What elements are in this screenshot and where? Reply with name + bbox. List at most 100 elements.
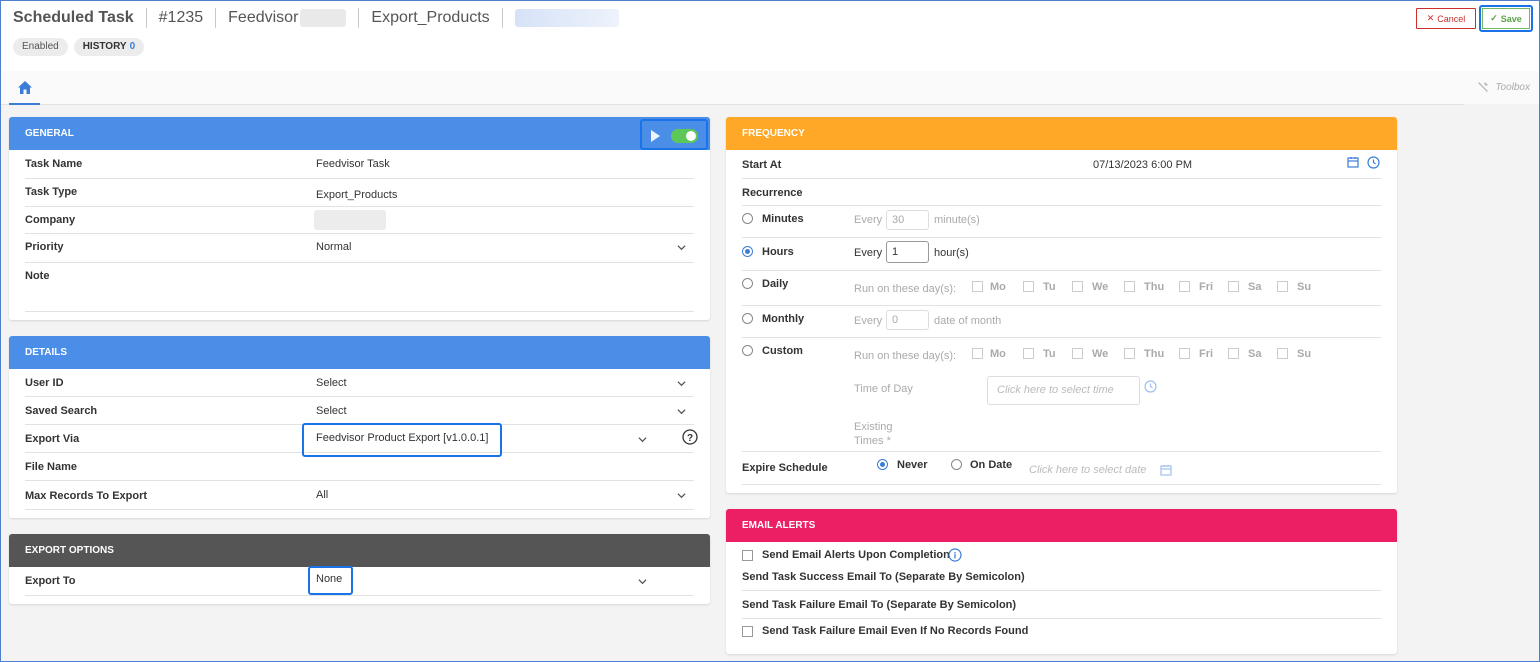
- daily-su-checkbox[interactable]: [1277, 281, 1288, 292]
- custom-sa-checkbox[interactable]: [1228, 348, 1239, 359]
- custom-radio[interactable]: [742, 345, 753, 356]
- history-badge[interactable]: HISTORY 0: [73, 38, 145, 56]
- daily-we-checkbox[interactable]: [1072, 281, 1083, 292]
- company-name: Feedvisor: [228, 9, 299, 26]
- saved-search-select[interactable]: Select: [316, 405, 347, 417]
- email-alerts-panel: EMAIL ALERTS Send Email Alerts Upon Comp…: [726, 509, 1397, 654]
- save-label: Save: [1500, 13, 1522, 24]
- details-panel: DETAILS User ID Select Saved Search Sele…: [9, 336, 710, 518]
- help-icon[interactable]: ?: [682, 429, 698, 445]
- save-button[interactable]: ✓ Save: [1482, 8, 1530, 29]
- cancel-label: Cancel: [1437, 13, 1466, 24]
- start-at-label: Start At: [742, 159, 782, 171]
- chevron-down-icon[interactable]: [677, 407, 686, 416]
- minutes-unit: minute(s): [934, 214, 980, 226]
- user-id-label: User ID: [25, 377, 64, 389]
- clock-icon[interactable]: [1144, 380, 1157, 393]
- hours-input[interactable]: 1: [886, 241, 929, 263]
- divider: [742, 270, 1381, 271]
- title-divider: [215, 8, 217, 28]
- custom-tu-checkbox[interactable]: [1023, 348, 1034, 359]
- daily-mo-checkbox[interactable]: [972, 281, 983, 292]
- day-label: Mo: [990, 348, 1006, 360]
- divider: [742, 205, 1381, 206]
- chevron-down-icon[interactable]: [638, 577, 647, 586]
- priority-select[interactable]: Normal: [316, 241, 351, 253]
- export-options-title: EXPORT OPTIONS: [25, 545, 114, 556]
- export-options-panel: EXPORT OPTIONS Export To None: [9, 534, 710, 604]
- send-on-completion-checkbox[interactable]: [742, 550, 753, 561]
- export-via-highlight: [302, 423, 502, 457]
- calendar-icon[interactable]: [1347, 156, 1359, 168]
- chevron-down-icon[interactable]: [677, 491, 686, 500]
- cancel-button[interactable]: ✕ Cancel: [1416, 8, 1476, 29]
- svg-text:?: ?: [687, 433, 693, 444]
- general-row-company: Company: [25, 207, 694, 234]
- chevron-down-icon[interactable]: [677, 243, 686, 252]
- day-label: Tu: [1043, 348, 1056, 360]
- expire-never-radio[interactable]: [877, 459, 888, 470]
- hours-radio[interactable]: [742, 246, 753, 257]
- clock-icon[interactable]: [1367, 156, 1380, 169]
- enabled-toggle[interactable]: [671, 129, 698, 143]
- custom-su-checkbox[interactable]: [1277, 348, 1288, 359]
- chevron-down-icon[interactable]: [677, 379, 686, 388]
- minutes-radio[interactable]: [742, 213, 753, 224]
- info-icon[interactable]: i: [948, 548, 962, 562]
- details-row-user-id: User ID Select: [25, 369, 694, 397]
- divider: [742, 305, 1381, 306]
- user-id-select[interactable]: Select: [316, 377, 347, 389]
- expire-on-date-radio[interactable]: [951, 459, 962, 470]
- daily-radio[interactable]: [742, 278, 753, 289]
- day-label: Thu: [1144, 281, 1165, 293]
- status-badge: Enabled: [13, 38, 68, 56]
- title-row: Scheduled Task #1235 Feedvisor Export_Pr…: [13, 7, 619, 29]
- start-at-value[interactable]: 07/13/2023 6:00 PM: [1093, 159, 1192, 171]
- general-row-task-type: Task Type Export_Products: [25, 179, 694, 207]
- export-to-highlight: [308, 566, 353, 595]
- play-icon[interactable]: [651, 130, 660, 142]
- general-row-task-name: Task Name Feedvisor Task: [25, 150, 694, 179]
- minutes-input[interactable]: 30: [886, 210, 929, 230]
- max-records-select[interactable]: All: [316, 489, 328, 501]
- expire-date-input[interactable]: Click here to select date: [1029, 464, 1146, 476]
- task-name-input[interactable]: Feedvisor Task: [316, 158, 390, 170]
- general-panel: GENERAL Task Name Feedvisor Task Task Ty…: [9, 117, 710, 320]
- custom-we-checkbox[interactable]: [1072, 348, 1083, 359]
- monthly-radio[interactable]: [742, 313, 753, 324]
- note-label: Note: [25, 270, 50, 282]
- custom-thu-checkbox[interactable]: [1124, 348, 1135, 359]
- monthly-input[interactable]: 0: [886, 310, 929, 330]
- daily-fri-checkbox[interactable]: [1179, 281, 1190, 292]
- custom-mo-checkbox[interactable]: [972, 348, 983, 359]
- home-icon: [17, 80, 32, 94]
- general-header: GENERAL: [9, 117, 710, 150]
- redacted-company: [300, 9, 347, 27]
- custom-fri-checkbox[interactable]: [1179, 348, 1190, 359]
- hours-label: Hours: [762, 246, 794, 258]
- day-label: Thu: [1144, 348, 1165, 360]
- task-type-label: Task Type: [25, 186, 78, 198]
- export-via-label: Export Via: [25, 433, 80, 445]
- tab-home[interactable]: [9, 71, 40, 105]
- hours-every-label: Every: [854, 247, 883, 259]
- page-title: Scheduled Task: [13, 9, 134, 26]
- title-divider: [145, 8, 147, 28]
- export-to-label: Export To: [25, 575, 76, 587]
- toolbox-toggle[interactable]: Toolbox: [1477, 81, 1530, 93]
- day-label: Tu: [1043, 281, 1056, 293]
- time-picker-input[interactable]: Click here to select time: [987, 376, 1140, 405]
- check-icon: ✓: [1490, 13, 1498, 23]
- daily-thu-checkbox[interactable]: [1124, 281, 1135, 292]
- calendar-icon[interactable]: [1160, 464, 1172, 476]
- run-enable-controls: [640, 119, 708, 150]
- expire-on-date-label: On Date: [970, 459, 1013, 471]
- company-label: Company: [25, 214, 76, 226]
- title-divider: [358, 8, 360, 28]
- failure-no-records-checkbox[interactable]: [742, 626, 753, 637]
- daily-sa-checkbox[interactable]: [1228, 281, 1239, 292]
- daily-tu-checkbox[interactable]: [1023, 281, 1034, 292]
- chevron-down-icon[interactable]: [638, 435, 647, 444]
- hours-unit: hour(s): [934, 247, 969, 259]
- redacted-title: [514, 9, 619, 27]
